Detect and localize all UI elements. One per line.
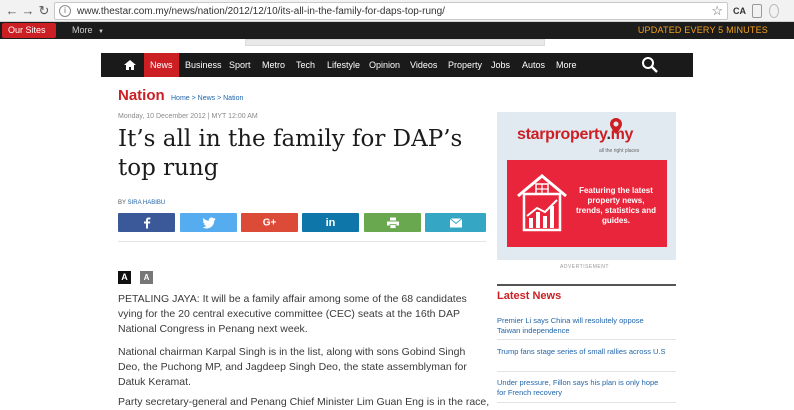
main-navigation: News Business Sport Metro Tech Lifestyle… <box>101 53 693 77</box>
starproperty-ad[interactable]: starproperty.my all the right places Fea… <box>497 112 676 260</box>
url-text[interactable]: www.thestar.com.my/news/nation/2012/12/1… <box>77 6 445 17</box>
update-notice: UPDATED EVERY 5 MINUTES <box>637 25 768 35</box>
byline-prefix: BY <box>118 200 126 206</box>
latest-news-item[interactable]: Under pressure, Fillon says his plan is … <box>497 378 669 398</box>
font-size-increase-button[interactable]: A <box>118 271 131 284</box>
browser-toolbar: ← → ↻ i www.thestar.com.my/news/nation/2… <box>0 0 794 22</box>
nav-property[interactable]: Property <box>448 53 482 77</box>
leaderboard-ad[interactable] <box>245 39 545 46</box>
our-sites-label: Our Sites <box>8 25 46 35</box>
article-dateline: Monday, 10 December 2012 | MYT 12:00 AM <box>118 113 258 120</box>
our-sites-button[interactable]: Our Sites ▼ <box>2 23 56 50</box>
extension-icon[interactable] <box>752 4 762 18</box>
article-paragraph: PETALING JAYA: It will be a family affai… <box>118 293 467 335</box>
share-twitter-button[interactable] <box>180 213 237 232</box>
mail-icon <box>449 218 462 227</box>
google-plus-icon: G+ <box>262 217 277 228</box>
breadcrumb[interactable]: Home > News > Nation <box>171 95 243 102</box>
latest-news-item[interactable]: Trump fans stage series of small rallies… <box>497 347 669 357</box>
nav-jobs[interactable]: Jobs <box>491 53 510 77</box>
nav-sport[interactable]: Sport <box>229 53 251 77</box>
nav-videos[interactable]: Videos <box>410 53 437 77</box>
share-linkedin-button[interactable]: in <box>302 213 359 232</box>
article-headline: It’s all in the family for DAP’s top run… <box>118 126 463 181</box>
address-bar[interactable]: i www.thestar.com.my/news/nation/2012/12… <box>54 2 728 20</box>
forward-icon[interactable]: → <box>20 3 36 19</box>
ad-promo-text: Featuring the latest property news, tren… <box>575 186 657 225</box>
facebook-icon <box>143 217 150 228</box>
nav-opinion[interactable]: Opinion <box>369 53 400 77</box>
latest-news-heading[interactable]: Latest News <box>497 290 561 302</box>
chevron-down-icon: ▼ <box>11 44 17 50</box>
more-label: More <box>72 25 93 35</box>
nav-metro[interactable]: Metro <box>262 53 285 77</box>
nav-business[interactable]: Business <box>185 53 222 77</box>
house-chart-icon <box>517 174 567 232</box>
info-icon[interactable]: i <box>59 5 71 17</box>
more-sites-button[interactable]: More ▼ <box>72 24 104 39</box>
share-email-button[interactable] <box>425 213 486 232</box>
ad-promo-panel: Featuring the latest property news, tren… <box>507 160 667 247</box>
twitter-icon <box>202 217 215 228</box>
nav-news[interactable]: News <box>144 53 179 77</box>
share-facebook-button[interactable] <box>118 213 175 232</box>
print-icon <box>386 217 399 228</box>
chevron-down-icon: ▼ <box>98 29 104 35</box>
network-bar: Our Sites ▼ More ▼ UPDATED EVERY 5 MINUT… <box>0 22 794 50</box>
extension-icon[interactable] <box>769 4 779 18</box>
location-pin-icon <box>610 118 622 134</box>
latest-news-item[interactable]: Premier Li says China will resolutely op… <box>497 316 669 336</box>
article-paragraph: Party secretary-general and Penang Chief… <box>118 396 490 408</box>
nav-more[interactable]: More <box>556 53 577 77</box>
news-separator <box>497 402 676 403</box>
share-googleplus-button[interactable]: G+ <box>241 213 298 232</box>
nav-tech[interactable]: Tech <box>296 53 315 77</box>
logo-text: starproperty <box>517 126 607 143</box>
author-link[interactable]: SIRA HABIBU <box>128 200 166 206</box>
linkedin-icon: in <box>325 216 336 229</box>
news-separator <box>497 339 676 340</box>
search-icon[interactable] <box>641 56 659 74</box>
print-button[interactable] <box>364 213 421 232</box>
ad-tagline: all the right places <box>599 148 640 154</box>
back-icon[interactable]: ← <box>4 3 20 19</box>
latest-news-rule <box>497 284 676 286</box>
byline: BY SIRA HABIBU <box>118 200 165 206</box>
news-separator <box>497 371 676 372</box>
nav-lifestyle[interactable]: Lifestyle <box>327 53 360 77</box>
extension-ca-icon[interactable]: CA <box>733 4 746 18</box>
bookmark-star-icon[interactable]: ☆ <box>711 3 723 19</box>
font-size-decrease-button[interactable]: A <box>140 271 153 284</box>
article-paragraph: National chairman Karpal Singh is in the… <box>118 346 467 388</box>
home-icon[interactable] <box>123 58 137 72</box>
article-divider <box>118 241 486 242</box>
nav-autos[interactable]: Autos <box>522 53 545 77</box>
reload-icon[interactable]: ↻ <box>36 3 52 19</box>
advertisement-label: ADVERTISEMENT <box>560 264 609 270</box>
section-title[interactable]: Nation <box>118 87 165 104</box>
